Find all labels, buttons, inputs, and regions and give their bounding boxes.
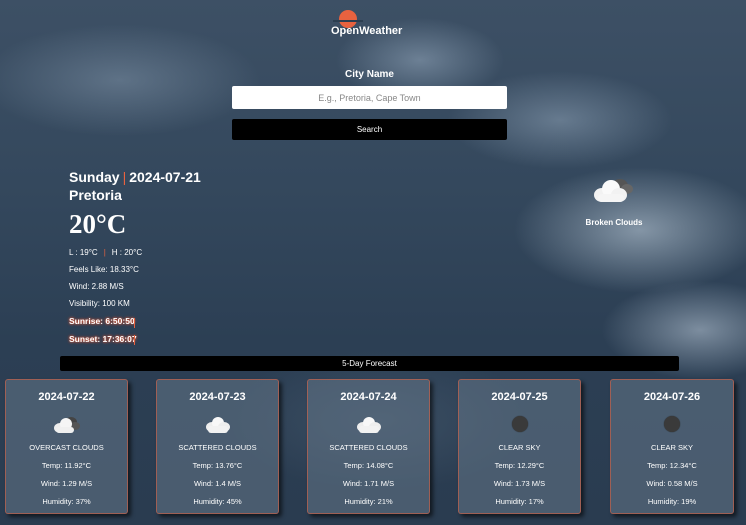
scattered-clouds-icon — [203, 414, 233, 434]
forecast-wind: Wind: 0.58 M/S — [646, 479, 698, 488]
low-high-line: L : 19°C | H : 20°C — [69, 248, 201, 257]
forecast-wind: Wind: 1.71 M/S — [342, 479, 395, 488]
forecast-condition: SCATTERED CLOUDS — [329, 443, 408, 452]
clear-sky-night-icon — [505, 414, 535, 434]
forecast-condition: OVERCAST CLOUDS — [29, 443, 104, 452]
forecast-humidity: Humidity: 19% — [647, 497, 697, 506]
forecast-card: 2024-07-25 CLEAR SKY Temp: 12.29°C Wind:… — [458, 379, 581, 514]
forecast-condition: CLEAR SKY — [498, 443, 541, 452]
overcast-clouds-icon — [52, 414, 82, 434]
current-city: Pretoria — [69, 187, 122, 203]
forecast-date: 2024-07-23 — [189, 391, 246, 403]
separator: | — [122, 169, 127, 185]
forecast-card: 2024-07-24 SCATTERED CLOUDS Temp: 14.08°… — [307, 379, 430, 514]
moon-icon — [664, 416, 680, 432]
current-date-line: Sunday | 2024-07-21 — [69, 169, 201, 185]
forecast-temp: Temp: 12.34°C — [647, 461, 697, 470]
wind-speed: Wind: 2.88 M/S — [69, 282, 124, 291]
city-name-label: City Name — [345, 69, 394, 80]
forecast-humidity: Humidity: 45% — [193, 497, 242, 506]
openweather-logo: OpenWeather — [331, 8, 411, 38]
forecast-temp: Temp: 14.08°C — [343, 461, 394, 470]
forecast-date: 2024-07-24 — [340, 391, 397, 403]
forecast-card: 2024-07-26 CLEAR SKY Temp: 12.34°C Wind:… — [610, 379, 734, 514]
current-temperature: 20°C — [69, 209, 127, 239]
forecast-date: 2024-07-22 — [38, 391, 95, 403]
forecast-card: 2024-07-23 SCATTERED CLOUDS Temp: 13.76°… — [156, 379, 279, 514]
high-temp: H : 20°C — [111, 248, 143, 257]
forecast-date: 2024-07-25 — [491, 391, 548, 403]
forecast-condition: SCATTERED CLOUDS — [178, 443, 257, 452]
low-temp: L : 19°C — [69, 248, 98, 257]
broken-clouds-icon — [592, 176, 636, 204]
separator: | — [103, 248, 106, 257]
brand-name: OpenWeather — [331, 25, 403, 37]
clear-sky-night-icon — [657, 414, 687, 434]
sunrise-divider — [134, 318, 135, 328]
forecast-date: 2024-07-26 — [643, 391, 701, 403]
forecast-card: 2024-07-22 OVERCAST CLOUDS Temp: 11.92°C… — [5, 379, 128, 514]
current-day: Sunday — [69, 169, 120, 185]
search-button[interactable]: Search — [232, 119, 507, 140]
city-search-input[interactable] — [232, 86, 507, 109]
forecast-temp: Temp: 13.76°C — [192, 461, 243, 470]
visibility: Visibility: 100 KM — [69, 299, 130, 308]
forecast-condition: CLEAR SKY — [650, 443, 694, 452]
forecast-humidity: Humidity: 37% — [42, 497, 91, 506]
forecast-wind: Wind: 1.4 M/S — [193, 479, 242, 488]
forecast-wind: Wind: 1.73 M/S — [493, 479, 546, 488]
sunset-divider — [134, 335, 135, 345]
forecast-humidity: Humidity: 21% — [344, 497, 393, 506]
moon-icon — [511, 416, 528, 432]
feels-like: Feels Like: 18.33°C — [69, 265, 139, 274]
forecast-temp: Temp: 12.29°C — [494, 461, 545, 470]
forecast-humidity: Humidity: 17% — [495, 497, 544, 506]
current-date: 2024-07-21 — [129, 169, 201, 185]
scattered-clouds-icon — [354, 414, 384, 434]
forecast-temp: Temp: 11.92°C — [41, 461, 92, 470]
forecast-header: 5-Day Forecast — [60, 356, 679, 371]
forecast-wind: Wind: 1.29 M/S — [40, 479, 93, 488]
current-condition-label: Broken Clouds — [585, 218, 643, 227]
